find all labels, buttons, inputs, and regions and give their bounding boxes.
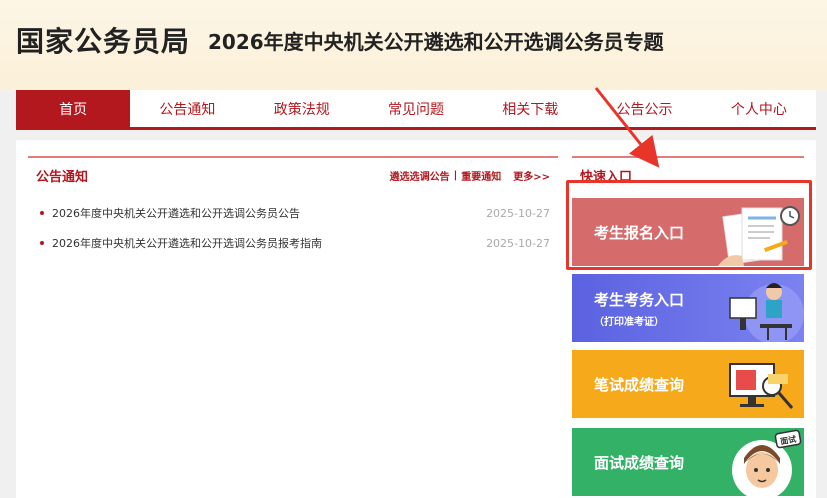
- interviewee-avatar-icon: 面试: [732, 429, 802, 496]
- exam-affairs-sub-label: （打印准考证）: [594, 316, 664, 328]
- more-link[interactable]: 更多>>: [513, 168, 550, 183]
- notice-links: 遴选选调公告 | 重要通知 更多>>: [390, 168, 550, 183]
- topic-title: 2026年度中央机关公开遴选和公开选调公务员专题: [208, 30, 664, 54]
- interview-score-query-label: 面试成绩查询: [594, 453, 685, 472]
- header: 国家公务员局 2026年度中央机关公开遴选和公开选调公务员专题: [0, 0, 827, 90]
- nav-notices[interactable]: 公告通知: [130, 90, 244, 127]
- link-selection-notices[interactable]: 遴选选调公告: [390, 168, 450, 183]
- nav-home[interactable]: 首页: [16, 90, 131, 127]
- main-nav: 首页 公告通知 政策法规 常见问题 相关下载 公告公示 个人中心: [16, 90, 816, 130]
- notice-item-date: 2025-10-27: [486, 206, 550, 220]
- written-score-query-button[interactable]: 笔试成绩查询: [572, 350, 804, 418]
- link-important-notices[interactable]: 重要通知: [461, 168, 501, 183]
- bullet-icon: [40, 211, 44, 215]
- exam-affairs-entry-label: 考生考务入口: [594, 290, 685, 309]
- bullet-icon: [40, 241, 44, 245]
- annotation-highlight-box: [566, 180, 812, 270]
- nav-downloads[interactable]: 相关下载: [473, 90, 587, 127]
- notice-title: 公告通知: [36, 170, 89, 185]
- notice-item-date: 2025-10-27: [486, 236, 550, 250]
- notice-panel: 公告通知 遴选选调公告 | 重要通知 更多>> 2026年度中央机关公开遴选和公…: [28, 156, 558, 496]
- written-score-query-label: 笔试成绩查询: [594, 375, 685, 394]
- nav-announcements[interactable]: 公告公示: [587, 90, 701, 127]
- interview-score-query-button[interactable]: 面试成绩查询 面试: [572, 428, 804, 496]
- nav-personal-center[interactable]: 个人中心: [702, 90, 816, 127]
- notice-item-title[interactable]: 2026年度中央机关公开遴选和公开选调公务员报考指南: [52, 235, 322, 251]
- exam-affairs-entry-button[interactable]: 考生考务入口 （打印准考证）: [572, 274, 804, 342]
- monitor-search-icon: [729, 363, 794, 409]
- nav-faq[interactable]: 常见问题: [359, 90, 473, 127]
- student-at-computer-icon: [729, 283, 804, 342]
- site-title[interactable]: 国家公务员局: [16, 20, 190, 60]
- notice-item-title[interactable]: 2026年度中央机关公开遴选和公开选调公务员公告: [52, 205, 300, 221]
- list-item[interactable]: 2026年度中央机关公开遴选和公开选调公务员公告 2025-10-27: [40, 198, 550, 228]
- link-separator: |: [453, 170, 458, 181]
- notice-list: 2026年度中央机关公开遴选和公开选调公务员公告 2025-10-27 2026…: [40, 198, 550, 258]
- list-item[interactable]: 2026年度中央机关公开遴选和公开选调公务员报考指南 2025-10-27: [40, 228, 550, 258]
- nav-policies[interactable]: 政策法规: [245, 90, 359, 127]
